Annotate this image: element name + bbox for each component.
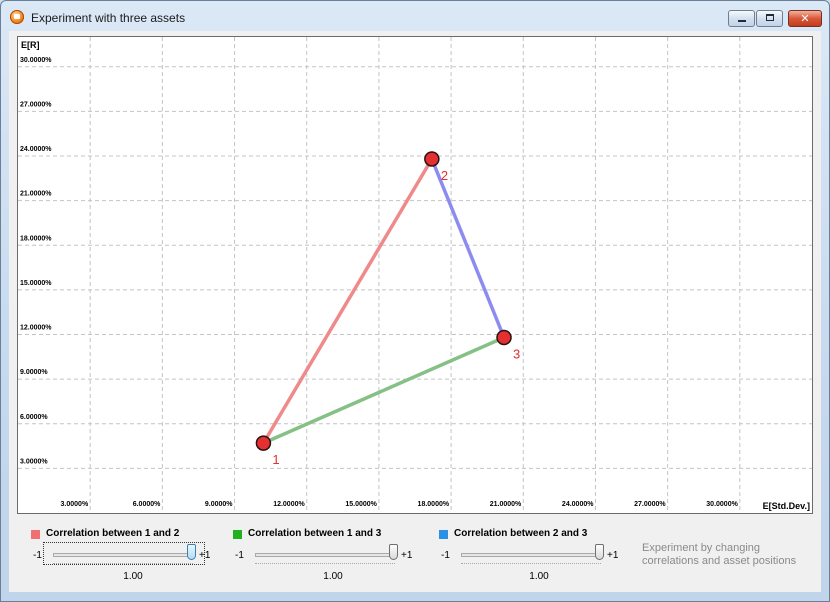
y-tick-label-9: 30.0000% (20, 57, 52, 64)
app-icon[interactable] (10, 10, 24, 24)
corr-13-swatch (233, 530, 242, 539)
y-tick-label-2: 9.0000% (20, 369, 48, 376)
segment-1-3 (261, 335, 506, 445)
corr-23-max-label: +1 (607, 550, 619, 561)
corr-13-label: Correlation between 1 and 3 (248, 528, 382, 539)
corr-13-ticks (255, 563, 395, 565)
corr-12-label: Correlation between 1 and 2 (46, 528, 180, 539)
x-tick-label-9: 30.0000% (706, 501, 738, 508)
corr-13-min-label: -1 (235, 550, 244, 561)
corr-12-group: Correlation between 1 and 2 -1 +1 1.00 (31, 520, 231, 582)
x-tick-label-1: 6.0000% (133, 501, 161, 508)
x-axis-label: E[Std.Dev.] (762, 501, 810, 511)
y-tick-label-7: 24.0000% (20, 146, 52, 153)
x-tick-label-5: 18.0000% (418, 501, 450, 508)
corr-12-track[interactable] (53, 553, 193, 557)
close-button[interactable]: ✕ (788, 10, 822, 27)
asset-label-2: 2 (441, 168, 448, 183)
corr-12-ticks (53, 563, 193, 565)
maximize-button[interactable] (756, 10, 783, 27)
x-tick-label-7: 24.0000% (562, 501, 594, 508)
x-tick-label-8: 27.0000% (634, 501, 666, 508)
corr-23-group: Correlation between 2 and 3 -1 +1 1.00 (439, 520, 639, 582)
x-tick-label-4: 15.0000% (345, 501, 377, 508)
chart-svg[interactable]: 3.0000% 6.0000% 9.0000% 12.0000% 15.0000% 18.… (18, 37, 812, 513)
corr-12-max-label: +1 (199, 550, 211, 561)
y-tick-label-3: 12.0000% (20, 325, 52, 332)
hint-text: Experiment by changing correlations and … (642, 542, 797, 567)
title-bar[interactable]: Experiment with three assets ✕ (1, 1, 829, 31)
x-tick-label-3: 12.0000% (273, 501, 305, 508)
asset-label-1: 1 (272, 452, 279, 467)
asset-point-2 (424, 151, 440, 167)
client-area: 3.0000% 6.0000% 9.0000% 12.0000% 15.0000% 18.… (9, 31, 821, 592)
corr-13-track[interactable] (255, 553, 395, 557)
corr-12-swatch (31, 530, 40, 539)
main-window: Experiment with three assets ✕ 3.0000% 6.… (0, 0, 830, 602)
corr-13-group: Correlation between 1 and 3 -1 +1 1.00 (233, 520, 433, 582)
minimize-button[interactable] (728, 10, 755, 27)
corr-12-min-label: -1 (33, 550, 42, 561)
asset-label-3: 3 (513, 346, 520, 361)
asset-point-3 (496, 329, 512, 346)
window-title: Experiment with three assets (31, 11, 186, 25)
corr-13-value: 1.00 (323, 571, 343, 582)
x-tick-label-0: 3.0000% (61, 501, 89, 508)
corr-13-max-label: +1 (401, 550, 413, 561)
maximize-icon (766, 14, 774, 21)
corr-12-value: 1.00 (123, 571, 143, 582)
segment-2-3 (430, 157, 506, 340)
corr-23-swatch (439, 530, 448, 539)
y-tick-label-0: 3.0000% (20, 458, 48, 465)
corr-23-value: 1.00 (529, 571, 549, 582)
corr-12-slider-thumb[interactable] (187, 544, 196, 560)
y-tick-label-6: 21.0000% (20, 191, 52, 198)
y-tick-label-4: 15.0000% (20, 280, 52, 287)
y-tick-label-8: 27.0000% (20, 101, 52, 108)
x-tick-label-2: 9.0000% (205, 501, 233, 508)
corr-23-min-label: -1 (441, 550, 450, 561)
x-tick-label-6: 21.0000% (490, 501, 522, 508)
corr-23-ticks (461, 563, 601, 565)
y-tick-label-1: 6.0000% (20, 414, 48, 421)
y-axis-label: E[R] (21, 40, 40, 50)
minimize-icon (738, 20, 746, 22)
correlation-controls: Correlation between 1 and 2 -1 +1 1.00 C… (17, 520, 813, 588)
corr-23-track[interactable] (461, 553, 601, 557)
y-tick-label-5: 18.0000% (20, 235, 52, 242)
corr-23-slider-thumb[interactable] (595, 544, 604, 560)
segment-1-2 (261, 157, 434, 445)
asset-point-1 (255, 435, 272, 451)
corr-13-slider-thumb[interactable] (389, 544, 398, 560)
corr-23-label: Correlation between 2 and 3 (454, 528, 588, 539)
close-icon: ✕ (800, 12, 810, 25)
chart-area[interactable]: 3.0000% 6.0000% 9.0000% 12.0000% 15.0000% 18.… (17, 36, 813, 514)
